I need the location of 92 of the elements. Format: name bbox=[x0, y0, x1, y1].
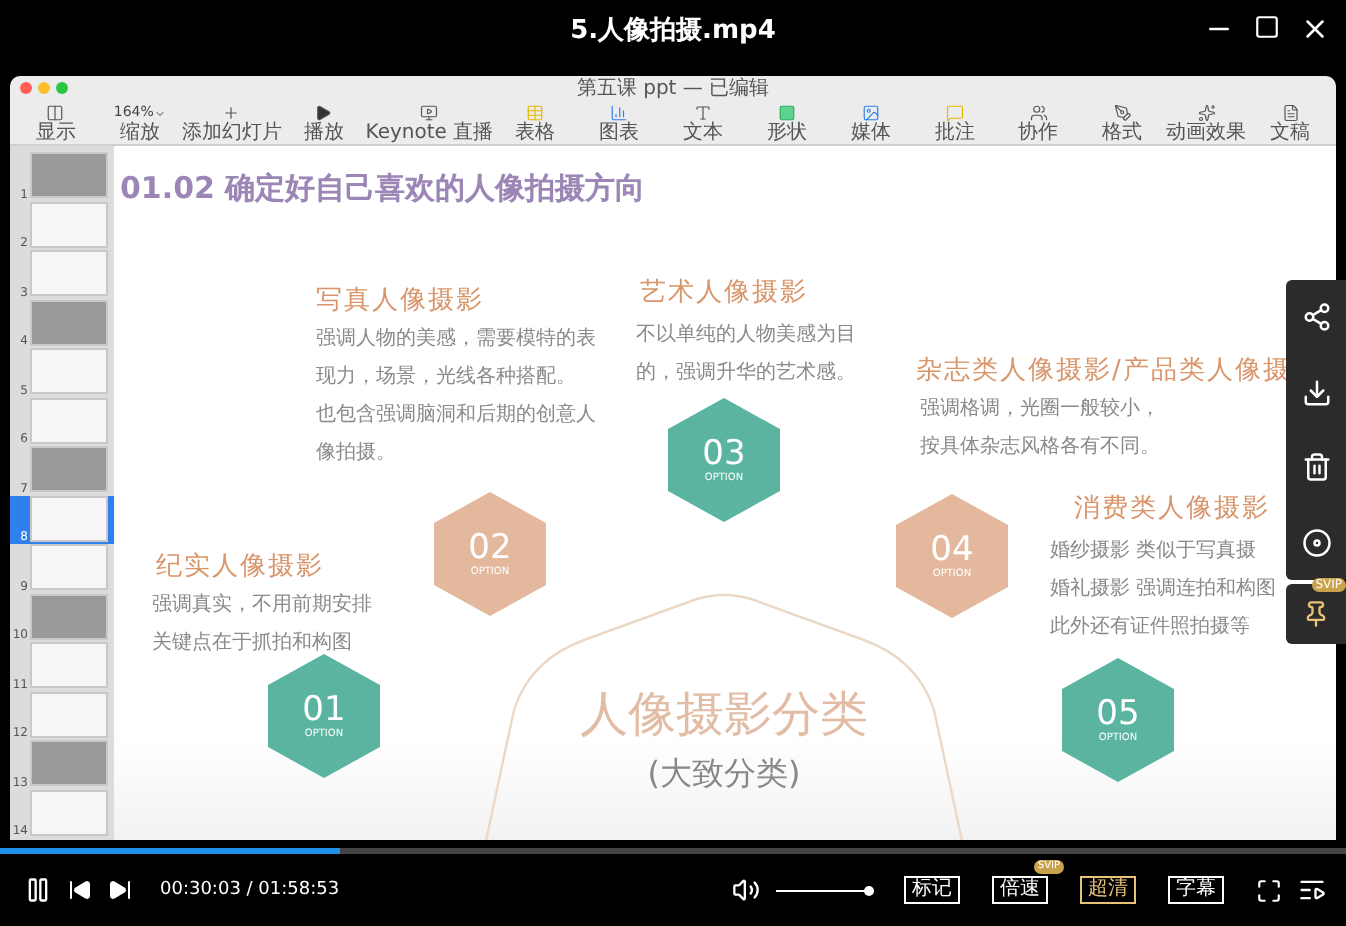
option-number: 02 bbox=[468, 531, 512, 565]
toolbar-label[interactable]: 文本 bbox=[682, 122, 723, 144]
description-text: 不以单纯的人物美感为目 bbox=[636, 321, 856, 350]
category-title: 纪实人像摄影 bbox=[156, 550, 324, 584]
slide-thumbnail bbox=[30, 544, 108, 590]
play-icon bbox=[314, 104, 333, 122]
view-icon bbox=[46, 104, 65, 122]
description-text: 按具体杂志风格各有不同。 bbox=[920, 433, 1160, 462]
slide-thumbnail bbox=[30, 201, 108, 247]
plus-icon bbox=[222, 104, 241, 122]
toolbar-label[interactable]: 格式 bbox=[1102, 122, 1143, 144]
time-display: 00:30:03 / 01:58:53 bbox=[160, 880, 340, 900]
description-text: 也包含强调脑洞和后期的创意人 bbox=[316, 401, 596, 430]
toolbar-label[interactable]: 文稿 bbox=[1270, 122, 1311, 144]
slide-thumbnail bbox=[30, 789, 108, 835]
bar-chart-icon bbox=[610, 104, 629, 122]
image-icon bbox=[861, 104, 880, 122]
toolbar-label[interactable]: 批注 bbox=[934, 122, 975, 144]
slide-thumbnail bbox=[30, 152, 108, 198]
slide-thumbnail bbox=[30, 593, 108, 639]
volume-icon[interactable] bbox=[732, 876, 760, 904]
category-title: 艺术人像摄影 bbox=[640, 276, 808, 310]
option-number: 03 bbox=[702, 437, 746, 471]
slide-thumbnail bbox=[30, 642, 108, 688]
toolbar-label[interactable]: 动画效果 bbox=[1166, 122, 1247, 144]
slide-thumbnail bbox=[30, 446, 108, 492]
previous-icon[interactable] bbox=[68, 878, 92, 902]
toolbar-label[interactable]: 媒体 bbox=[850, 122, 891, 144]
download-icon[interactable] bbox=[1301, 377, 1331, 408]
pause-icon[interactable] bbox=[24, 876, 52, 904]
toolbar-label[interactable]: 播放 bbox=[303, 122, 344, 144]
toolbar-label[interactable]: 缩放 bbox=[119, 122, 160, 144]
text-icon bbox=[693, 104, 712, 122]
toolbar-label[interactable]: 协作 bbox=[1018, 122, 1059, 144]
chevron-down-icon bbox=[153, 107, 166, 119]
description-text: 婚礼摄影 强调连拍和构图 bbox=[1050, 575, 1277, 604]
description-text: 像拍摄。 bbox=[316, 439, 396, 468]
toolbar-label[interactable]: Keynote 直播 bbox=[365, 122, 494, 144]
description-text: 现力，场景，光线各种搭配。 bbox=[316, 363, 576, 392]
slide-thumbnail bbox=[30, 299, 108, 345]
description-text: 此外还有证件照拍摄等 bbox=[1050, 613, 1250, 642]
maximize-icon[interactable] bbox=[1254, 14, 1280, 40]
slide-thumbnail bbox=[30, 348, 108, 394]
slide-heading: 01.02 确定好自己喜欢的人像拍摄方向 bbox=[120, 170, 646, 208]
trash-icon[interactable] bbox=[1301, 452, 1331, 483]
target-icon[interactable] bbox=[1301, 527, 1331, 558]
description-text: 关键点在于抓拍和构图 bbox=[152, 629, 352, 658]
description-text: 强调真实，不用前期安排 bbox=[152, 591, 372, 620]
pin-icon bbox=[1302, 600, 1330, 628]
monitor-icon bbox=[420, 104, 439, 122]
description-text: 的，强调升华的艺术感。 bbox=[636, 359, 856, 388]
player-button[interactable]: 字幕 bbox=[1168, 876, 1224, 904]
category-title: 写真人像摄影 bbox=[316, 284, 484, 318]
category-title: 杂志类人像摄影/产品类人像摄 bbox=[916, 354, 1291, 388]
option-number: 05 bbox=[1096, 697, 1140, 731]
pen-icon bbox=[1113, 104, 1132, 122]
slide-thumbnail bbox=[30, 740, 108, 786]
player-button[interactable]: 超清 bbox=[1080, 876, 1136, 904]
fullscreen-icon[interactable] bbox=[1256, 877, 1282, 903]
description-text: 强调格调，光圈一般较小， bbox=[920, 395, 1160, 424]
table-icon bbox=[526, 104, 545, 122]
document-title: 第五课 ppt — 已编辑 bbox=[576, 76, 770, 102]
sparkle-icon bbox=[1197, 104, 1216, 122]
comment-icon bbox=[945, 104, 964, 122]
toolbar-label[interactable]: 表格 bbox=[515, 122, 556, 144]
progress-track[interactable] bbox=[0, 848, 1346, 854]
toolbar-label[interactable]: 图表 bbox=[599, 122, 640, 144]
player-button[interactable]: 倍速 bbox=[992, 876, 1048, 904]
document-icon bbox=[1281, 104, 1300, 122]
next-icon[interactable] bbox=[108, 878, 132, 902]
description-text: 婚纱摄影 类似于写真摄 bbox=[1050, 537, 1257, 566]
slide-thumbnail bbox=[30, 495, 108, 541]
video-title: 5.人像拍摄.mp4 bbox=[570, 14, 776, 48]
center-subtitle: (大致分类) bbox=[647, 754, 801, 796]
toolbar-label[interactable]: 显示 bbox=[35, 122, 76, 144]
close-light-icon[interactable] bbox=[20, 82, 32, 94]
slide-thumbnail bbox=[30, 397, 108, 443]
player-button[interactable]: 标记 bbox=[904, 876, 960, 904]
share-icon[interactable] bbox=[1301, 302, 1331, 333]
description-text: 强调人物的美感，需要模特的表 bbox=[316, 325, 596, 354]
toolbar-label[interactable]: 添加幻灯片 bbox=[181, 122, 282, 144]
people-icon bbox=[1029, 104, 1048, 122]
square-icon bbox=[777, 104, 796, 122]
option-number: 01 bbox=[302, 693, 346, 727]
option-number: 04 bbox=[930, 533, 974, 567]
slide-thumbnail bbox=[30, 691, 108, 737]
category-title: 消费类人像摄影 bbox=[1074, 492, 1270, 526]
close-icon[interactable] bbox=[1300, 14, 1330, 44]
slide-thumbnail bbox=[30, 250, 108, 296]
playlist-icon[interactable] bbox=[1298, 876, 1326, 904]
toolbar-label[interactable]: 形状 bbox=[766, 122, 807, 144]
center-title: 人像摄影分类 bbox=[580, 684, 868, 746]
